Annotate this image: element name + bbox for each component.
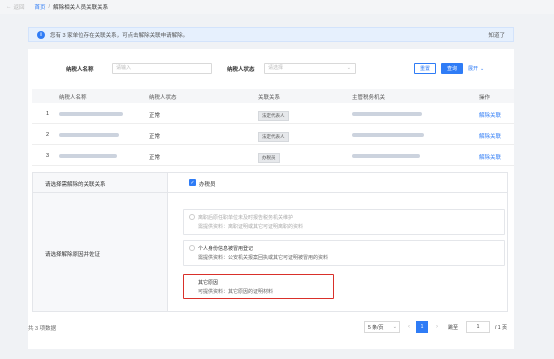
option-title: 其它原因 <box>198 280 219 286</box>
status-placeholder: 请选择 <box>268 65 284 71</box>
tax-authority-redacted <box>352 153 420 159</box>
table-row: 2 正常 法定代表人 解除关联 <box>32 125 514 145</box>
col-taxpayer-name: 纳税人名称 <box>59 95 87 101</box>
row-index: 2 <box>46 132 50 138</box>
col-tax-authority: 主管税务机关 <box>352 95 386 101</box>
chevron-down-icon: ⌄ <box>480 65 485 72</box>
col-action: 操作 <box>479 95 491 101</box>
radio-icon[interactable] <box>189 245 195 251</box>
taxpayer-status-select[interactable]: 请选择 ⌄ <box>264 63 356 74</box>
breadcrumb-separator: / <box>48 4 51 10</box>
form-label-column <box>33 173 168 311</box>
breadcrumb-current: 解除相关人员关联关系 <box>53 5 109 11</box>
page-size-value: 5 条/页 <box>368 324 384 331</box>
unlink-button[interactable]: 解除关联 <box>479 153 501 161</box>
next-page-icon[interactable]: › <box>432 321 442 333</box>
page-number-current[interactable]: 1 <box>416 321 428 333</box>
chevron-down-icon: ⌄ <box>392 324 397 330</box>
back-label: 返回 <box>13 5 25 11</box>
option-desc: 需提供资料：公安机关报案回执或其它可证明被冒用的资料 <box>198 255 329 261</box>
relation-tag: 办税员 <box>258 153 280 163</box>
table-row: 1 正常 法定代表人 解除关联 <box>32 104 514 124</box>
relation-tag: 法定代表人 <box>258 132 289 142</box>
goto-label: 跳至 <box>448 325 459 331</box>
option-desc: 需提供资料：离职证明或其它可证明离职的资料 <box>198 224 304 230</box>
row-status: 正常 <box>149 113 161 119</box>
back-arrow-icon: ← <box>6 4 12 10</box>
row-index: 3 <box>46 153 50 159</box>
table-header: 纳税人名称 纳税人状态 关联关系 主管税务机关 操作 <box>32 89 514 103</box>
taxpayer-name-redacted <box>59 132 119 138</box>
tax-authority-redacted <box>352 132 424 138</box>
notice-message: 您有 3 家单位存在关联关系，可点击解除关联申请解除。 <box>50 32 189 39</box>
main-card: 纳税人名称 请输入 纳税人状态 请选择 ⌄ 重置 查询 展开 ⌄ 纳税人名称 纳… <box>28 49 514 349</box>
relation-select-row: 请选择需解除的关联关系 ✓ 办税员 <box>33 173 507 193</box>
notice-ok-button[interactable]: 知道了 <box>488 31 505 39</box>
expand-label: 展开 <box>468 66 479 72</box>
total-pages: / 1 页 <box>495 325 507 331</box>
page-size-select[interactable]: 5 条/页 ⌄ <box>364 321 400 333</box>
option-title: 个人身份信息被冒用登记 <box>198 246 254 252</box>
unlink-form-panel: 请选择需解除的关联关系 ✓ 办税员 请选择解除原因并佐证 离职后原任职单位未及时… <box>32 172 508 312</box>
breadcrumb-home[interactable]: 首页 <box>35 3 46 11</box>
tax-authority-redacted <box>352 111 422 117</box>
checkbox-checked-icon[interactable]: ✓ <box>189 179 196 186</box>
taxpayer-name-redacted <box>59 153 117 159</box>
option-title: 离职后原任职单位未及时报告税务机关维护 <box>198 215 294 221</box>
unlink-button[interactable]: 解除关联 <box>479 132 501 140</box>
goto-page-input[interactable]: 1 <box>466 321 490 333</box>
select-relation-label: 请选择需解除的关联关系 <box>45 182 106 188</box>
query-button[interactable]: 查询 <box>441 63 463 74</box>
reason-label: 请选择解除原因并佐证 <box>45 252 101 258</box>
prev-page-icon[interactable]: ‹ <box>404 321 414 333</box>
taxpayer-name-redacted <box>59 111 123 117</box>
option-desc: 可提供资料：其它原因的证明材料 <box>198 289 274 295</box>
row-index: 1 <box>46 111 50 117</box>
reason-option-resigned[interactable]: 离职后原任职单位未及时报告税务机关维护 需提供资料：离职证明或其它可证明离职的资… <box>183 209 505 235</box>
reason-option-identity-misused[interactable]: 个人身份信息被冒用登记 需提供资料：公安机关报案回执或其它可证明被冒用的资料 <box>183 240 505 266</box>
row-status: 正常 <box>149 134 161 140</box>
notice-banner: i 您有 3 家单位存在关联关系，可点击解除关联申请解除。 知道了 <box>28 27 514 42</box>
selected-relation-label: 办税员 <box>199 182 216 188</box>
relation-tag: 法定代表人 <box>258 111 289 121</box>
row-status: 正常 <box>149 155 161 161</box>
reset-button[interactable]: 重置 <box>414 63 436 74</box>
back-button[interactable]: ← 返回 <box>6 3 25 11</box>
reason-option-other[interactable]: 其它原因 可提供资料：其它原因的证明材料 <box>183 274 334 299</box>
chevron-down-icon: ⌄ <box>346 65 351 71</box>
taxpayer-name-input[interactable]: 请输入 <box>112 63 212 74</box>
col-taxpayer-status: 纳税人状态 <box>149 95 177 101</box>
pagination-bar: 共 3 项数据 5 条/页 ⌄ ‹ 1 › 跳至 1 / 1 页 <box>28 321 514 335</box>
radio-icon[interactable] <box>189 214 195 220</box>
info-icon: i <box>37 30 45 39</box>
total-count: 共 3 项数据 <box>28 326 57 332</box>
expand-button[interactable]: 展开 ⌄ <box>468 63 494 74</box>
taxpayer-status-label: 纳税人状态 <box>227 67 255 73</box>
table-row: 3 正常 办税员 解除关联 <box>32 146 514 166</box>
top-bar: ← 返回 首页 / 解除相关人员关联关系 <box>0 0 554 14</box>
unlink-button[interactable]: 解除关联 <box>479 111 501 119</box>
filter-bar: 纳税人名称 请输入 纳税人状态 请选择 ⌄ 重置 查询 展开 ⌄ <box>28 63 514 75</box>
taxpayer-name-label: 纳税人名称 <box>66 67 94 73</box>
col-relation: 关联关系 <box>258 95 281 101</box>
